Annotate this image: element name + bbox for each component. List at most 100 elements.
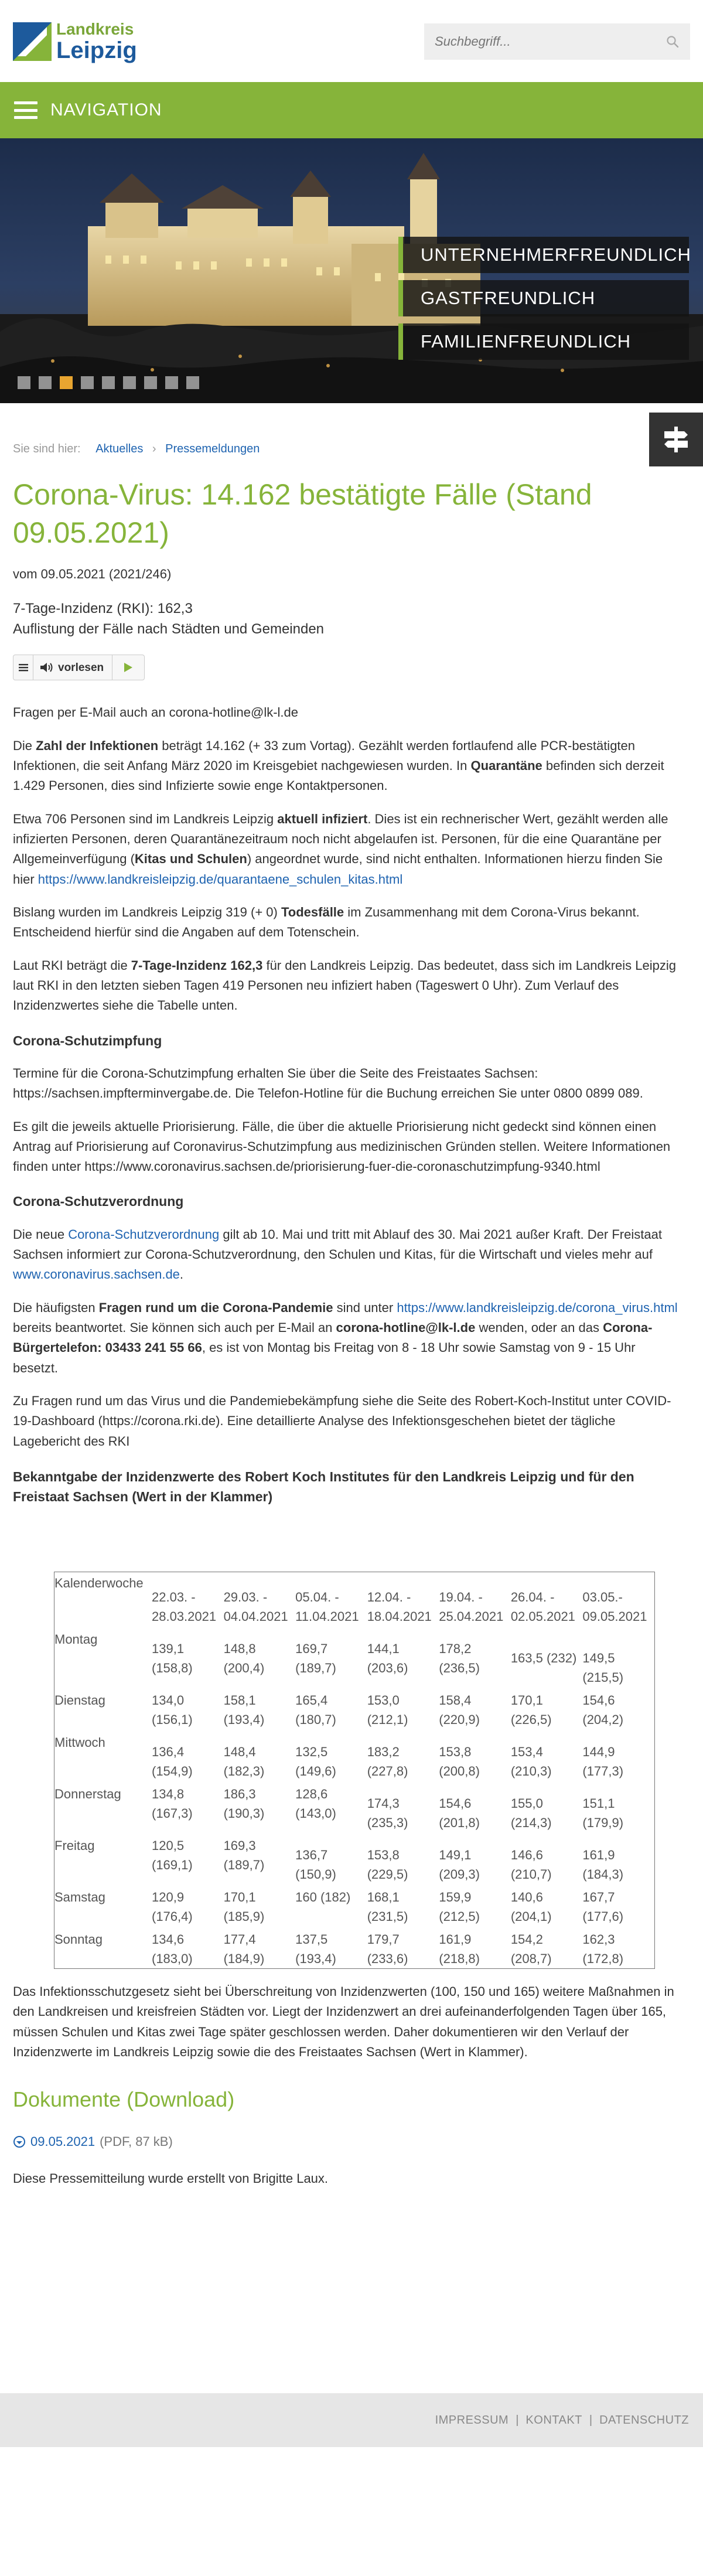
site-logo[interactable]: Landkreis Leipzig [13, 16, 148, 67]
incidence-strong: 7-Tage-Inzidenz 162,3 [131, 958, 263, 973]
table-cell: 169,7 (189,7) [295, 1641, 336, 1675]
claim-unternehmerfreundlich[interactable]: UNTERNEHMERFREUNDLICH [398, 237, 691, 273]
table-cell: 153,8 (229,5) [367, 1847, 408, 1882]
infections-strong: Zahl der Infektionen [36, 738, 159, 753]
table-cell: 148,4 (182,3) [223, 1744, 265, 1778]
table-cell: 148,8 (200,4) [223, 1641, 265, 1675]
table-cell: 186,3 (190,3) [223, 1786, 265, 1821]
table-cell: 154,2 (208,7) [510, 1931, 552, 1966]
table-cell: 158,1 (193,4) [223, 1692, 265, 1727]
readspeaker-widget: vorlesen [13, 655, 145, 681]
table-week-header: 22.03. -28.03.2021 [152, 1589, 217, 1624]
table-cell: 160 (182) [295, 1889, 351, 1904]
breadcrumb-item-aktuelles[interactable]: Aktuelles [95, 442, 143, 455]
table-cell: 165,4 (180,7) [295, 1692, 336, 1727]
table-header-row: Kalenderwoche 22.03. -28.03.2021 29.03. -0… [54, 1572, 654, 1626]
incidence-paragraph: Laut RKI beträgt die 7-Tage-Inzidenz 162… [13, 958, 676, 1013]
table-row: Sonntag 134,6 (183,0) 177,4 (184,9) 137,5 (193… [54, 1926, 654, 1968]
navigation-label[interactable]: NAVIGATION [50, 97, 162, 123]
table-week-header: 05.04. -11.04.2021 [295, 1589, 359, 1624]
table-cell: 170,1 (226,5) [510, 1692, 552, 1727]
table-cell: 136,7 (150,9) [295, 1847, 336, 1882]
readspeaker-menu-button[interactable] [13, 655, 33, 680]
table-week-header: 12.04. -18.04.2021 [367, 1589, 432, 1624]
author-note: Diese Pressemitteilung wurde erstellt vo… [13, 2171, 329, 2186]
table-cell: 153,0 (212,1) [367, 1692, 408, 1727]
article: Corona-Virus: 14.162 bestätigte Fälle (S… [13, 476, 681, 2189]
readspeaker-play-button[interactable] [112, 655, 144, 680]
slider-dot[interactable] [186, 376, 199, 389]
regulation-paragraph: Die neue Corona-Schutzverordnung gilt ab… [13, 1226, 662, 1282]
sidebar-toggle-button[interactable] [649, 413, 703, 466]
faq-paragraph: Die häufigsten Fragen rund um die Corona… [13, 1300, 678, 1375]
table-cell: 139,1 (158,8) [152, 1641, 193, 1675]
breadcrumb: Sie sind hier: Aktuelles › Pressemeldung… [13, 441, 260, 458]
table-cell: 149,5 (215,5) [582, 1650, 624, 1685]
slider-dot[interactable] [102, 376, 115, 389]
speaker-icon [40, 663, 53, 673]
signpost-icon [664, 427, 688, 452]
page-title: Corona-Virus: 14.162 bestätigte Fälle (S… [13, 478, 592, 549]
table-week-header: 03.05.- 09.05.2021 [582, 1589, 647, 1624]
table-day-label: Donnerstag [54, 1786, 121, 1801]
footer-link-kontakt[interactable]: KONTAKT [525, 2412, 582, 2429]
table-cell: 161,9 (184,3) [582, 1847, 624, 1882]
table-day-label: Dienstag [54, 1692, 105, 1708]
corona-virus-page-link[interactable]: https://www.landkreisleipzig.de/corona_v… [397, 1300, 677, 1315]
claim-gastfreundlich[interactable]: GASTFREUNDLICH [398, 280, 689, 316]
table-cell: 178,2 (236,5) [439, 1641, 480, 1675]
table-cell: 144,1 (203,6) [367, 1641, 408, 1675]
regulation-heading: Corona-Schutzverordnung [13, 1194, 184, 1209]
table-row: Mittwoch 136,4 (154,9) 148,4 (182,3) 132,5 (14… [54, 1729, 654, 1781]
breadcrumb-item-pressemeldungen[interactable]: Pressemeldungen [165, 442, 260, 455]
table-cell: 120,9 (176,4) [152, 1889, 193, 1924]
quarantine-schools-link[interactable]: https://www.landkreisleipzig.de/quaranta… [38, 872, 402, 887]
table-cell: 149,1 (209,3) [439, 1847, 480, 1882]
active-infections-paragraph: Etwa 706 Personen sind im Landkreis Leip… [13, 811, 668, 887]
footer-link-impressum[interactable]: IMPRESSUM [435, 2412, 509, 2429]
slider-dot[interactable] [18, 376, 30, 389]
claim-familienfreundlich[interactable]: FAMILIENFREUNDLICH [398, 323, 689, 360]
search-input[interactable] [435, 34, 657, 49]
hamburger-menu-icon[interactable] [14, 101, 37, 119]
measures-paragraph: Das Infektionsschutzgesetz sieht bei Übe… [13, 1984, 674, 2059]
active-strong: aktuell infiziert [277, 811, 368, 826]
table-cell: 159,9 (212,5) [439, 1889, 480, 1924]
breadcrumb-prefix: Sie sind hier: [13, 442, 81, 455]
table-cell: 153,4 (210,3) [510, 1744, 552, 1778]
hotline-email-strong: corona-hotline@lk-l.de [336, 1320, 476, 1335]
slider-dot[interactable] [39, 376, 52, 389]
regulation-link[interactable]: Corona-Schutzverordnung [68, 1227, 219, 1242]
table-heading: Bekanntgabe der Inzidenzwerte des Robert… [13, 1468, 634, 1505]
table-cell: 134,6 (183,0) [152, 1931, 193, 1966]
faq-strong: Fragen rund um die Corona-Pandemie [98, 1300, 333, 1315]
deaths-paragraph: Bislang wurden im Landkreis Leipzig 319 … [13, 904, 640, 940]
document-download-link[interactable]: 09.05.2021 [30, 2132, 95, 2151]
coronavirus-sachsen-link[interactable]: www.coronavirus.sachsen.de [13, 1267, 180, 1282]
kitas-schulen-strong: Kitas und Schulen [134, 851, 247, 867]
footer-separator: | [516, 2413, 519, 2427]
footer-link-datenschutz[interactable]: DATENSCHUTZ [599, 2412, 689, 2429]
table-cell: 168,1 (231,5) [367, 1889, 408, 1924]
table-cell: 151,1 (179,9) [582, 1795, 624, 1830]
table-cell: 154,6 (201,8) [439, 1795, 480, 1830]
table-cell: 161,9 (218,8) [439, 1931, 480, 1966]
navigation-bar[interactable]: NAVIGATION [0, 82, 703, 138]
readspeaker-listen-button[interactable]: vorlesen [33, 655, 113, 680]
table-row: Donnerstag 134,8 (167,3) 186,3 (190,3) 128,6(… [54, 1781, 654, 1832]
table-day-label: Montag [54, 1631, 98, 1647]
hero-claims: UNTERNEHMERFREUNDLICH GASTFREUNDLICH FAM… [398, 237, 691, 367]
table-day-label: Mittwoch [54, 1735, 105, 1750]
hotline-paragraph: Fragen per E-Mail auch an corona-hotline… [13, 705, 299, 720]
table-row: Freitag 120,5 (169,1) 169,3 (189,7) 136,7 (150… [54, 1832, 654, 1884]
table-cell: 163,5 (232) [510, 1650, 577, 1665]
slider-dot[interactable] [144, 376, 157, 389]
search-icon[interactable] [666, 35, 680, 49]
logo-line-2: Leipzig [56, 38, 137, 63]
slider-dot[interactable] [60, 376, 73, 389]
table-row: Samstag 120,9 (176,4) 170,1 (185,9) 160 (182)… [54, 1884, 654, 1926]
table-week-header: 29.03. -04.04.2021 [223, 1589, 288, 1624]
slider-dot[interactable] [165, 376, 178, 389]
slider-dot[interactable] [123, 376, 136, 389]
slider-dot[interactable] [81, 376, 94, 389]
